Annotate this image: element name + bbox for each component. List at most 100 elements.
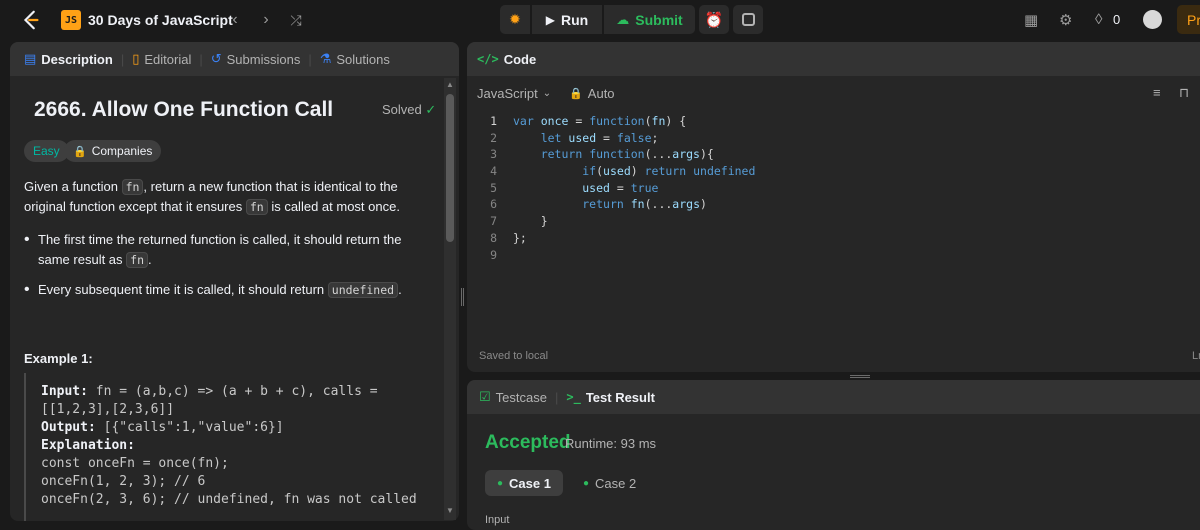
test-tabs: ☑ Testcase | >_ Test Result xyxy=(467,380,1200,414)
flame-icon[interactable]: ◊ xyxy=(1095,11,1102,28)
code-line: 6 return fn(...args) xyxy=(467,196,1200,213)
saved-status: Saved to local xyxy=(479,350,549,362)
document-icon: ▤ xyxy=(24,51,37,66)
code-line: 7 } xyxy=(467,213,1200,230)
layout-grid-icon[interactable]: ▦ xyxy=(1024,11,1038,29)
scroll-up-icon[interactable]: ▲ xyxy=(446,80,454,89)
flask-icon: ⚗ xyxy=(319,51,332,66)
panel-resize-handle[interactable] xyxy=(850,375,870,378)
code-line: 5 used = true xyxy=(467,180,1200,197)
problem-list-title[interactable]: 30 Days of JavaScript xyxy=(88,12,233,28)
list-item: • The first time the returned function i… xyxy=(24,230,424,270)
scroll-down-icon[interactable]: ▼ xyxy=(446,506,454,515)
chevron-down-icon: ⌄ xyxy=(542,87,552,99)
code-tabbar: </> Code xyxy=(467,42,1200,76)
example-input: Input: fn = (a,b,c) => (a + b + c), call… xyxy=(41,383,434,419)
run-button[interactable]: ▶ Run xyxy=(532,5,602,34)
tab-divider: | xyxy=(120,51,125,67)
mode-label: Auto xyxy=(587,85,615,101)
companies-tag[interactable]: 🔒 Companies xyxy=(64,140,162,162)
history-icon: ↺ xyxy=(210,51,222,66)
note-icon xyxy=(741,13,755,26)
terminal-icon: >_ xyxy=(566,390,581,404)
bullet-tail: . xyxy=(148,252,152,267)
line-number: 4 xyxy=(490,164,497,179)
tab-editorial[interactable]: ▯ Editorial xyxy=(132,51,191,67)
case-tab-2[interactable]: ● Case 2 xyxy=(571,470,648,496)
bullet-text: Every subsequent time it is called, it s… xyxy=(38,282,328,297)
line-number: 9 xyxy=(490,247,497,262)
tab-solutions[interactable]: ⚗ Solutions xyxy=(320,51,390,67)
debug-button[interactable]: ✹ xyxy=(500,5,530,34)
tab-code[interactable]: </> Code xyxy=(477,52,536,67)
tab-divider: | xyxy=(199,51,203,67)
input-value: fn = (a,b,c) => (a + b + c), calls = [[1… xyxy=(41,384,378,417)
example-title: Example 1: xyxy=(24,351,93,366)
next-problem-icon[interactable]: › xyxy=(256,10,276,30)
bullet-tail: . xyxy=(398,282,402,297)
problem-list-badge[interactable]: JS xyxy=(61,10,81,30)
premium-button[interactable]: Pr xyxy=(1177,5,1200,34)
shuffle-icon[interactable]: ⤮ xyxy=(286,10,306,30)
explanation-line: onceFn(1, 2, 3); // 6 xyxy=(41,474,206,489)
output-label: Output: xyxy=(41,420,96,435)
bullet-dot: • xyxy=(24,231,30,248)
line-number: 7 xyxy=(490,214,497,229)
input-label: Input: xyxy=(41,384,88,399)
statement-text: is called at most once. xyxy=(267,199,400,214)
case-label: Case 1 xyxy=(509,475,551,491)
tab-testcase[interactable]: ☑ Testcase xyxy=(479,389,547,405)
top-bar: JS 30 Days of JavaScript ‹ › ⤮ ✹ ▶ Run ☁… xyxy=(0,0,1200,40)
code-title: Code xyxy=(503,51,537,67)
lock-icon: 🔒 xyxy=(73,145,87,158)
submit-button[interactable]: ☁ Submit xyxy=(604,5,695,34)
alarm-clock-icon: ⏰ xyxy=(704,11,724,29)
pass-dot-icon: ● xyxy=(583,477,590,489)
tab-label: Submissions xyxy=(226,51,301,67)
input-label: Input xyxy=(485,514,510,526)
line-number: 5 xyxy=(490,180,497,195)
example-explanation: Explanation: xyxy=(41,437,434,455)
bookmark-icon[interactable]: ⊓ xyxy=(1179,85,1189,101)
statement-text: Given a function xyxy=(24,179,122,194)
solved-indicator: Solved ✓ xyxy=(382,102,436,118)
cloud-upload-icon: ☁ xyxy=(616,11,630,27)
inline-code: fn xyxy=(126,252,149,268)
code-editor[interactable]: 1 var once = function(fn) { 2 let used = … xyxy=(467,113,1200,263)
prev-problem-icon[interactable]: ‹ xyxy=(225,10,245,30)
book-icon: ▯ xyxy=(132,51,140,66)
format-lines-icon[interactable]: ≡ xyxy=(1153,85,1161,100)
description-tabs: ▤ Description | ▯ Editorial | ↺ Submissi… xyxy=(10,42,459,76)
timer-button[interactable]: ⏰ xyxy=(699,5,729,34)
code-line: 1 var once = function(fn) { xyxy=(467,113,1200,130)
code-panel: </> Code JavaScript ⌄ 🔒 Auto ≡ ⊓ 1 var on… xyxy=(467,42,1200,372)
notes-button[interactable] xyxy=(733,5,763,34)
line-number: 1 xyxy=(490,114,497,128)
inline-code: fn xyxy=(121,179,144,195)
avatar[interactable] xyxy=(1143,10,1162,29)
language-label: JavaScript xyxy=(477,85,538,101)
difficulty-badge[interactable]: Easy xyxy=(24,140,69,162)
code-line: 8}; xyxy=(467,230,1200,247)
auto-mode-toggle[interactable]: 🔒 Auto xyxy=(569,86,614,101)
language-select[interactable]: JavaScript ⌄ xyxy=(477,86,551,101)
tab-test-result[interactable]: >_ Test Result xyxy=(566,390,655,405)
code-line: 2 let used = false; xyxy=(467,130,1200,147)
tab-label: Test Result xyxy=(585,389,655,405)
leetcode-logo-icon[interactable] xyxy=(20,9,42,31)
code-brackets-icon: </> xyxy=(477,52,499,66)
bug-icon: ✹ xyxy=(509,11,521,27)
tab-description[interactable]: ▤ Description xyxy=(24,51,113,67)
case-tab-1[interactable]: ● Case 1 xyxy=(485,470,563,496)
scrollbar-thumb[interactable] xyxy=(446,94,454,242)
lock-icon: 🔒 xyxy=(569,87,583,100)
gear-icon[interactable]: ⚙ xyxy=(1059,11,1072,29)
tab-divider: | xyxy=(308,51,312,67)
run-label: Run xyxy=(561,11,589,28)
line-number: 3 xyxy=(490,147,497,162)
streak-count: 0 xyxy=(1113,12,1121,27)
case-label: Case 2 xyxy=(595,475,637,491)
problem-title[interactable]: 2666. Allow One Function Call xyxy=(34,98,333,122)
panel-resize-handle[interactable] xyxy=(461,288,464,306)
tab-submissions[interactable]: ↺ Submissions xyxy=(211,51,301,67)
